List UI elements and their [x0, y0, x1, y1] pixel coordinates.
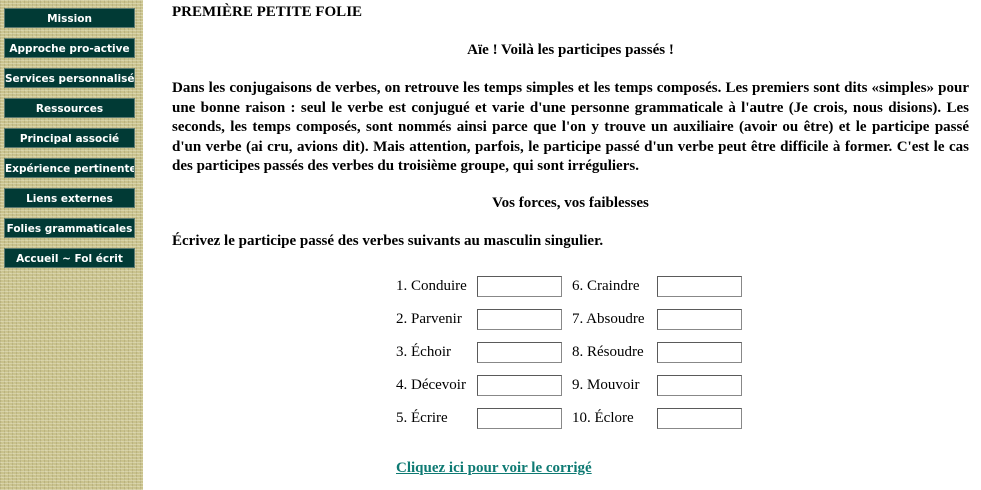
verb-label-2: 2. Parvenir [396, 311, 462, 327]
answer-input-6[interactable] [657, 276, 742, 297]
answer-input-7[interactable] [657, 309, 742, 330]
page-title: PREMIÈRE PETITE FOLIE [172, 4, 363, 20]
nav-experience-button[interactable]: Expérience pertinente [4, 158, 135, 178]
nav-accueil-button[interactable]: Accueil ~ Fol écrit [4, 248, 135, 268]
answer-input-5[interactable] [477, 408, 562, 429]
answer-input-2[interactable] [477, 309, 562, 330]
nav-approche-button[interactable]: Approche pro-active [4, 38, 135, 58]
verb-label-9: 9. Mouvoir [572, 377, 640, 393]
answer-input-1[interactable] [477, 276, 562, 297]
answer-input-10[interactable] [657, 408, 742, 429]
verb-label-7: 7. Absoudre [572, 311, 645, 327]
show-correction-link[interactable]: Cliquez ici pour voir le corrigé [396, 460, 592, 477]
nav-ressources-button[interactable]: Ressources [4, 98, 135, 118]
nav-services-button[interactable]: Services personnalisés [4, 68, 135, 88]
nav-principal-button[interactable]: Principal associé [4, 128, 135, 148]
nav-liens-button[interactable]: Liens externes [4, 188, 135, 208]
section-heading: Vos forces, vos faiblesses [492, 195, 649, 211]
verb-label-5: 5. Écrire [396, 410, 448, 426]
verb-label-10: 10. Éclore [572, 410, 634, 426]
sidebar: Mission Approche pro-active Services per… [0, 0, 143, 490]
answer-input-3[interactable] [477, 342, 562, 363]
answer-input-9[interactable] [657, 375, 742, 396]
verb-label-1: 1. Conduire [396, 278, 467, 294]
verb-label-6: 6. Craindre [572, 278, 640, 294]
answer-input-8[interactable] [657, 342, 742, 363]
verb-label-8: 8. Résoudre [572, 344, 644, 360]
verb-label-4: 4. Décevoir [396, 377, 466, 393]
nav-folies-button[interactable]: Folies grammaticales [4, 218, 135, 238]
verb-label-3: 3. Échoir [396, 344, 451, 360]
page-subtitle: Aïe ! Voilà les participes passés ! [467, 42, 674, 58]
exercise-instruction: Écrivez le participe passé des verbes su… [172, 233, 604, 249]
nav-mission-button[interactable]: Mission [4, 8, 135, 28]
intro-paragraph: Dans les conjugaisons de verbes, on retr… [172, 80, 969, 174]
answer-input-4[interactable] [477, 375, 562, 396]
